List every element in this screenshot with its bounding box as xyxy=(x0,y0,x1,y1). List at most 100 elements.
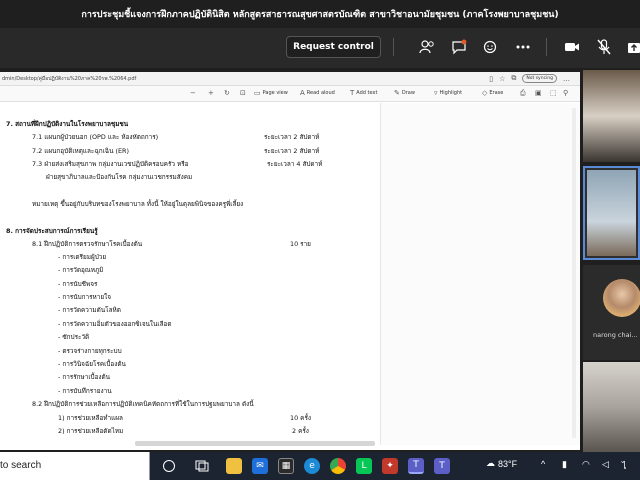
not-syncing-badge[interactable]: Not syncing xyxy=(522,74,557,83)
save-as-icon: ⬚ xyxy=(550,89,557,97)
reactions-icon[interactable] xyxy=(482,38,500,56)
camera-icon[interactable] xyxy=(563,38,581,56)
save-icon: ▣ xyxy=(535,89,542,97)
highlight-button[interactable]: ▿ Highlight xyxy=(434,89,462,97)
save-as-button[interactable]: ⬚ xyxy=(550,89,557,97)
pdf-margin xyxy=(380,103,580,445)
battery-icon[interactable]: ▮ xyxy=(562,459,567,470)
weather[interactable]: ☁ 83°F xyxy=(486,458,517,469)
item-7-3-cont: ฝ่ายสุขาภิบาลและป้องกันโรค กลุ่มงานเวชกร… xyxy=(46,173,193,181)
erase-button[interactable]: ◇ Erase xyxy=(482,89,503,97)
participant-tile[interactable]: narong chai... xyxy=(583,265,640,360)
page-view-button[interactable]: ▭ Page view xyxy=(254,89,288,97)
wifi-icon[interactable]: ◠ xyxy=(582,459,590,470)
teams-meeting-icon[interactable]: T xyxy=(434,458,450,474)
rotate-icon: ↻ xyxy=(224,89,230,97)
add-text-button[interactable]: T Add text xyxy=(350,89,377,97)
participant-video[interactable] xyxy=(583,70,640,162)
people-icon[interactable] xyxy=(418,38,436,56)
app-icon[interactable]: ✦ xyxy=(382,458,398,474)
item-8-1: 8.1 ฝึกปฏิบัติการตรวจรักษาโรคเบื้องต้น xyxy=(32,240,143,248)
read-mode-icon[interactable]: ▯ xyxy=(489,75,493,83)
participant-video[interactable] xyxy=(583,362,640,452)
temperature: 83°F xyxy=(498,458,518,469)
item-7-1: 7.1 แผนกผู้ป่วยนอก (OPD และ ห้องหัตถการ) xyxy=(32,133,159,141)
note: หมายเหตุ ขึ้นอยู่กับบริบทของโรงพยาบาล ทั… xyxy=(32,200,244,208)
list-item: - การวัดความอิ่มตัวของออกซิเจนในเลือด xyxy=(58,320,172,328)
eraser-icon: ◇ xyxy=(482,89,488,97)
section-7-title: 7. สถานที่ฝึกปฏิบัติงานในโรงพยาบาลชุมชน xyxy=(6,120,129,128)
line-icon[interactable]: L xyxy=(356,458,372,474)
participant-name: narong chai... xyxy=(593,331,638,339)
collections-icon[interactable]: ⧉ xyxy=(511,74,516,83)
request-control-button[interactable]: Request control xyxy=(286,36,381,58)
item-8-2-1-count: 10 ครั้ง xyxy=(290,414,311,422)
task-view-icon[interactable] xyxy=(194,458,210,474)
print-button[interactable]: ⎙ xyxy=(520,89,526,98)
item-7-3-duration: ระยะเวลา 4 สัปดาห์ xyxy=(267,160,323,168)
page-view-icon: ▭ xyxy=(254,89,261,97)
item-8-2-2-count: 2 ครั้ง xyxy=(292,427,309,435)
chrome-icon[interactable] xyxy=(330,458,346,474)
horizontal-scrollbar[interactable] xyxy=(135,441,375,446)
zoom-out-button[interactable]: − xyxy=(190,89,196,97)
item-8-2: 8.2 ฝึกปฏิบัติการช่วยเหลือการปฏิบัติเทคน… xyxy=(32,400,254,408)
cortana-icon[interactable] xyxy=(163,460,175,472)
store-icon[interactable]: ▦ xyxy=(278,458,294,474)
pen-icon: ✎ xyxy=(394,89,400,97)
item-7-1-duration: ระยะเวลา 2 สัปดาห์ xyxy=(264,133,320,141)
list-item: - การรักษาเบื้องต้น xyxy=(58,373,111,381)
rotate-button[interactable]: ↻ xyxy=(224,89,230,97)
list-item: - การวัดความดันโลหิต xyxy=(58,306,121,314)
toolbar-divider xyxy=(393,38,394,56)
vertical-scrollbar[interactable] xyxy=(572,108,576,438)
highlighter-icon: ▿ xyxy=(434,89,438,97)
participant-video-active[interactable] xyxy=(583,166,640,260)
favorite-icon[interactable]: ☆ xyxy=(499,75,505,83)
browser-icons: ▯ ☆ ⧉ Not syncing … xyxy=(489,74,570,83)
file-explorer-icon[interactable] xyxy=(226,458,242,474)
volume-icon[interactable]: ◁ xyxy=(602,459,609,470)
text-icon: T xyxy=(350,89,355,97)
fit-icon: ⊡ xyxy=(240,89,246,97)
list-item: - การเตรียมผู้ป่วย xyxy=(58,253,107,261)
section-8-title: 8. การจัดประสบการณ์การเรียนรู้ xyxy=(6,227,98,235)
toolbar-divider xyxy=(546,38,547,56)
pin-icon: ⚲ xyxy=(563,89,569,97)
list-item: - การบันทึกรายงาน xyxy=(58,387,112,395)
item-7-2-duration: ระยะเวลา 2 สัปดาห์ xyxy=(264,147,320,155)
minus-icon: − xyxy=(190,89,196,97)
zoom-in-button[interactable]: + xyxy=(208,89,214,97)
window-title: การประชุมชี้แจงการฝึกภาคปฏิบัตินิสิต หลั… xyxy=(0,0,640,28)
chat-icon[interactable] xyxy=(450,38,468,56)
input-language-icon[interactable]: ไ xyxy=(622,459,627,473)
list-item: - การวินิจฉัยโรคเบื้องต้น xyxy=(58,360,126,368)
pin-button[interactable]: ⚲ xyxy=(563,89,568,97)
edge-icon[interactable]: e xyxy=(304,458,320,474)
list-item: - ซักประวัติ xyxy=(58,333,90,341)
share-icon[interactable] xyxy=(625,38,640,56)
mail-icon[interactable]: ✉ xyxy=(252,458,268,474)
pdf-page: 7. สถานที่ฝึกปฏิบัติงานในโรงพยาบาลชุมชน … xyxy=(0,103,380,445)
address-bar[interactable]: dmin/Desktop/คู่มือปฏิบัติงาน%20ภาค%20รพ… xyxy=(0,72,580,86)
list-item: - ตรวจร่างกายทุกระบบ xyxy=(58,347,122,355)
mic-muted-icon[interactable] xyxy=(595,38,613,56)
more-icon[interactable]: … xyxy=(563,75,570,83)
speaker-icon: A xyxy=(300,89,305,97)
item-8-2-1: 1) การช่วยเหลือทำแผล xyxy=(58,414,123,422)
draw-button[interactable]: ✎ Draw xyxy=(394,89,415,97)
read-aloud-button[interactable]: A Read aloud xyxy=(300,89,335,97)
item-7-2: 7.2 แผนกอุบัติเหตุและฉุกเฉิน (ER) xyxy=(32,147,129,155)
item-7-3: 7.3 ฝ่ายส่งเสริมสุขภาพ กลุ่มงานเวชปฏิบัต… xyxy=(32,160,189,168)
save-button[interactable]: ▣ xyxy=(535,89,542,97)
teams-icon[interactable]: T xyxy=(408,458,424,474)
list-item: - การวัดอุณหภูมิ xyxy=(58,266,104,274)
tray-chevron-icon[interactable]: ^ xyxy=(541,459,545,469)
avatar xyxy=(603,279,640,317)
fit-page-button[interactable]: ⊡ xyxy=(240,89,246,97)
video-feed xyxy=(587,170,636,256)
pdf-toolbar: − + ↻ ⊡ ▭ Page view A Read aloud T Add text… xyxy=(0,86,580,102)
more-options-icon[interactable] xyxy=(514,38,532,56)
address-text: dmin/Desktop/คู่มือปฏิบัติงาน%20ภาค%20รพ… xyxy=(2,75,137,82)
list-item: - การนับชีพจร xyxy=(58,280,98,288)
